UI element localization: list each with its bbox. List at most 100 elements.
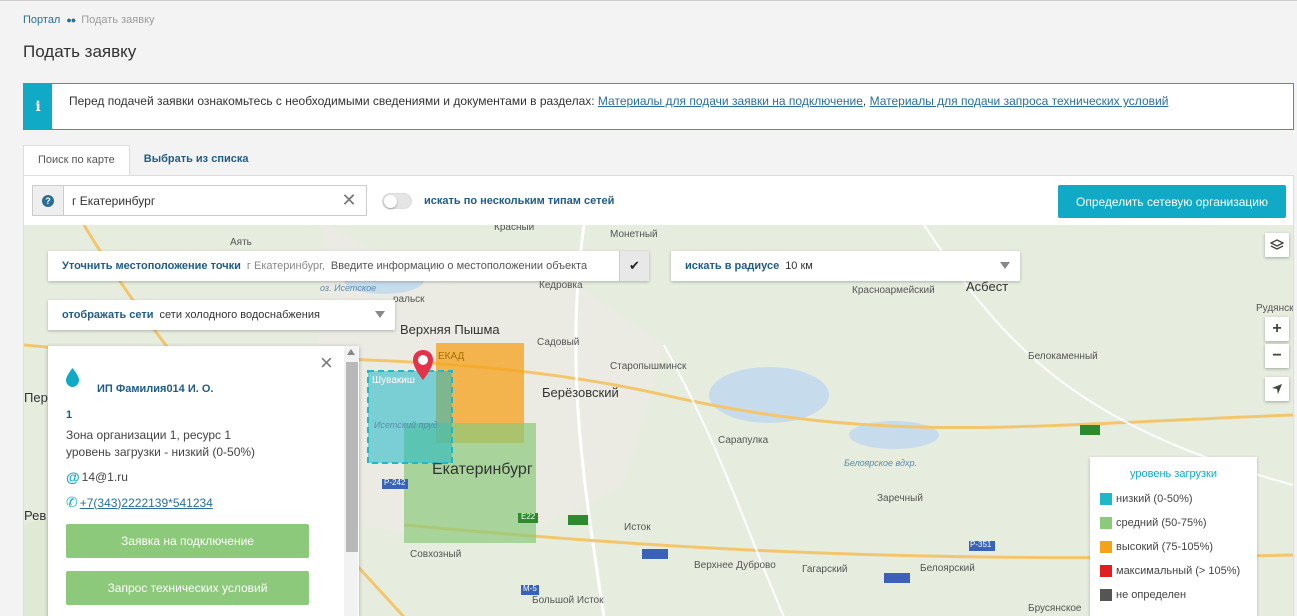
map-label-staropyshminsk: Старопышминск xyxy=(610,361,687,372)
map-label-iset-lake: оз. Исетское xyxy=(320,283,377,293)
zoom-out-button[interactable]: − xyxy=(1265,344,1289,368)
tab-list-select[interactable]: Выбрать из списка xyxy=(130,145,263,175)
zone-phone: ✆ +7(343)2222139*541234 xyxy=(66,494,213,511)
location-refine-control: Уточнить местоположение точки г Екатерин… xyxy=(48,251,649,281)
legend-item-undefined: не определен xyxy=(1100,589,1186,601)
network-type-label: отображать сети xyxy=(62,309,154,321)
map-label-ekaterinburg: Екатеринбург xyxy=(432,461,533,478)
zone-description: Зона организации 1, ресурс 1 xyxy=(66,428,232,442)
info-text: Перед подачей заявки ознакомьтесь с необ… xyxy=(52,84,1272,129)
map-label-asbest: Асбест xyxy=(966,279,1009,294)
map-label-berezovsky: Берёзовский xyxy=(542,385,619,400)
map-label-shuvakish: Шувакиш xyxy=(372,375,415,386)
road-badge-r351: Р-351 xyxy=(970,540,992,549)
popup-scrollbar[interactable] xyxy=(344,346,358,616)
legend-label: не определен xyxy=(1116,589,1187,601)
map-label-zarechny: Заречный xyxy=(877,493,923,504)
multi-network-toggle[interactable] xyxy=(382,193,412,209)
locate-icon[interactable] xyxy=(1265,377,1289,401)
legend-label: средний (50-75%) xyxy=(1116,517,1207,529)
map-label-beloyarskoe: Белоярское вдхр. xyxy=(844,458,918,468)
email-value: 14@1.ru xyxy=(81,470,128,484)
address-search-input[interactable] xyxy=(64,186,334,215)
map-label-krasnoarmeysky: Красноармейский xyxy=(852,285,935,296)
network-type-value: сети холодного водоснабжения xyxy=(159,309,320,321)
map-label-v-pyshma: Верхняя Пышма xyxy=(400,322,500,337)
info-comma: , xyxy=(862,94,870,108)
water-drop-icon xyxy=(66,368,79,387)
info-message: Перед подачей заявки ознакомьтесь с необ… xyxy=(69,94,598,108)
determine-organization-button[interactable]: Определить сетевую организацию xyxy=(1058,185,1286,218)
location-refine-label: Уточнить местоположение точки xyxy=(62,260,241,272)
multi-network-toggle-label[interactable]: искать по нескольким типам сетей xyxy=(424,195,614,207)
breadcrumb: Портал ●● Подать заявку xyxy=(23,14,155,26)
tabs: Поиск по карте Выбрать из списка xyxy=(23,145,262,175)
map-label-sadovy: Садовый xyxy=(537,337,580,348)
zoom-in-button[interactable]: + xyxy=(1265,317,1289,341)
legend-label: низкий (0-50%) xyxy=(1116,493,1193,505)
map-search-panel: ? ✕ искать по нескольким типам сетей Опр… xyxy=(23,175,1294,616)
map-label-uralsk: ральск xyxy=(393,294,425,305)
tech-conditions-request-button[interactable]: Запрос технических условий xyxy=(66,571,309,605)
tech-conditions-materials-link[interactable]: Материалы для подачи запроса технических… xyxy=(870,94,1169,108)
map-label-brusyanskoe: Брусянское xyxy=(1028,603,1082,614)
help-icon[interactable]: ? xyxy=(33,186,64,215)
map-label-isetsky-prud: Исетский пруд xyxy=(374,420,438,430)
map-marker-icon[interactable] xyxy=(412,349,434,381)
map-label-krasny: Красный xyxy=(494,225,535,233)
map-label-kedrovka: Кедровка xyxy=(539,280,583,291)
legend-label: максимальный (> 105%) xyxy=(1116,565,1241,577)
road-badge-m5: М-5 xyxy=(523,584,537,593)
legend-label: высокий (75-105%) xyxy=(1116,541,1214,553)
map[interactable]: Аять Красный Монетный Кедровка Красноарм… xyxy=(24,225,1293,616)
breadcrumb-separator: ●● xyxy=(66,15,76,25)
chevron-down-icon xyxy=(375,311,385,318)
chevron-down-icon xyxy=(1000,262,1010,269)
location-city: г Екатеринбург, xyxy=(246,260,325,272)
layers-icon[interactable] xyxy=(1265,233,1289,257)
map-label-rudyansky: Рудянск xyxy=(1256,303,1293,314)
radius-control[interactable]: искать в радиусе 10 км xyxy=(671,251,1020,281)
map-label-ekad: ЕКАД xyxy=(438,351,465,362)
page-title: Подать заявку xyxy=(23,42,137,61)
scroll-up-icon[interactable] xyxy=(347,349,355,355)
info-alert: i Перед подачей заявки ознакомьтесь с не… xyxy=(23,83,1294,130)
connection-materials-link[interactable]: Материалы для подачи заявки на подключен… xyxy=(598,94,863,108)
map-label-arti: Аять xyxy=(230,237,252,248)
location-confirm-button[interactable]: ✔ xyxy=(619,251,649,281)
map-label-sarapulka: Сарапулка xyxy=(718,435,769,446)
breadcrumb-home[interactable]: Портал xyxy=(23,14,60,26)
legend-item-max: максимальный (> 105%) xyxy=(1100,565,1240,577)
map-label-monetny: Монетный xyxy=(610,229,658,240)
map-label-istok: Исток xyxy=(624,522,651,533)
location-input[interactable]: Введите информацию о местоположении объе… xyxy=(331,260,587,272)
phone-icon: ✆ xyxy=(66,494,78,510)
breadcrumb-current: Подать заявку xyxy=(81,14,155,26)
toggle-knob xyxy=(384,195,397,208)
radius-value: 10 км xyxy=(785,260,813,272)
road-badge-e22: Е22 xyxy=(521,512,536,521)
road-badge-r242: Р-242 xyxy=(384,478,406,487)
legend-swatch xyxy=(1100,517,1112,529)
email-icon: @ xyxy=(66,469,80,485)
tab-map-search[interactable]: Поиск по карте xyxy=(23,145,130,175)
legend-item-medium: средний (50-75%) xyxy=(1100,517,1207,529)
connection-request-button[interactable]: Заявка на подключение xyxy=(66,524,309,558)
zone-email: @ 14@1.ru xyxy=(66,469,128,485)
zone-load-level: уровень загрузки - низкий (0-50%) xyxy=(66,445,256,459)
load-legend: уровень загрузки низкий (0-50%) средний … xyxy=(1090,457,1257,616)
close-icon[interactable]: × xyxy=(320,352,333,374)
organization-name[interactable]: ИП Фамилия014 И. О. xyxy=(97,383,213,395)
legend-swatch xyxy=(1100,565,1112,577)
legend-item-high: высокий (75-105%) xyxy=(1100,541,1213,553)
scrollbar-thumb[interactable] xyxy=(346,362,358,552)
legend-item-low: низкий (0-50%) xyxy=(1100,493,1193,505)
network-type-select[interactable]: отображать сети сети холодного водоснабж… xyxy=(48,300,395,330)
map-label-v-dubrovo: Верхнее Дуброво xyxy=(694,560,776,571)
legend-swatch xyxy=(1100,493,1112,505)
radius-label: искать в радиусе xyxy=(685,260,780,272)
phone-link[interactable]: +7(343)2222139*541234 xyxy=(80,496,213,510)
map-label-belokamenny: Белокаменный xyxy=(1028,351,1098,362)
legend-swatch xyxy=(1100,589,1112,601)
clear-icon[interactable]: ✕ xyxy=(334,186,364,215)
